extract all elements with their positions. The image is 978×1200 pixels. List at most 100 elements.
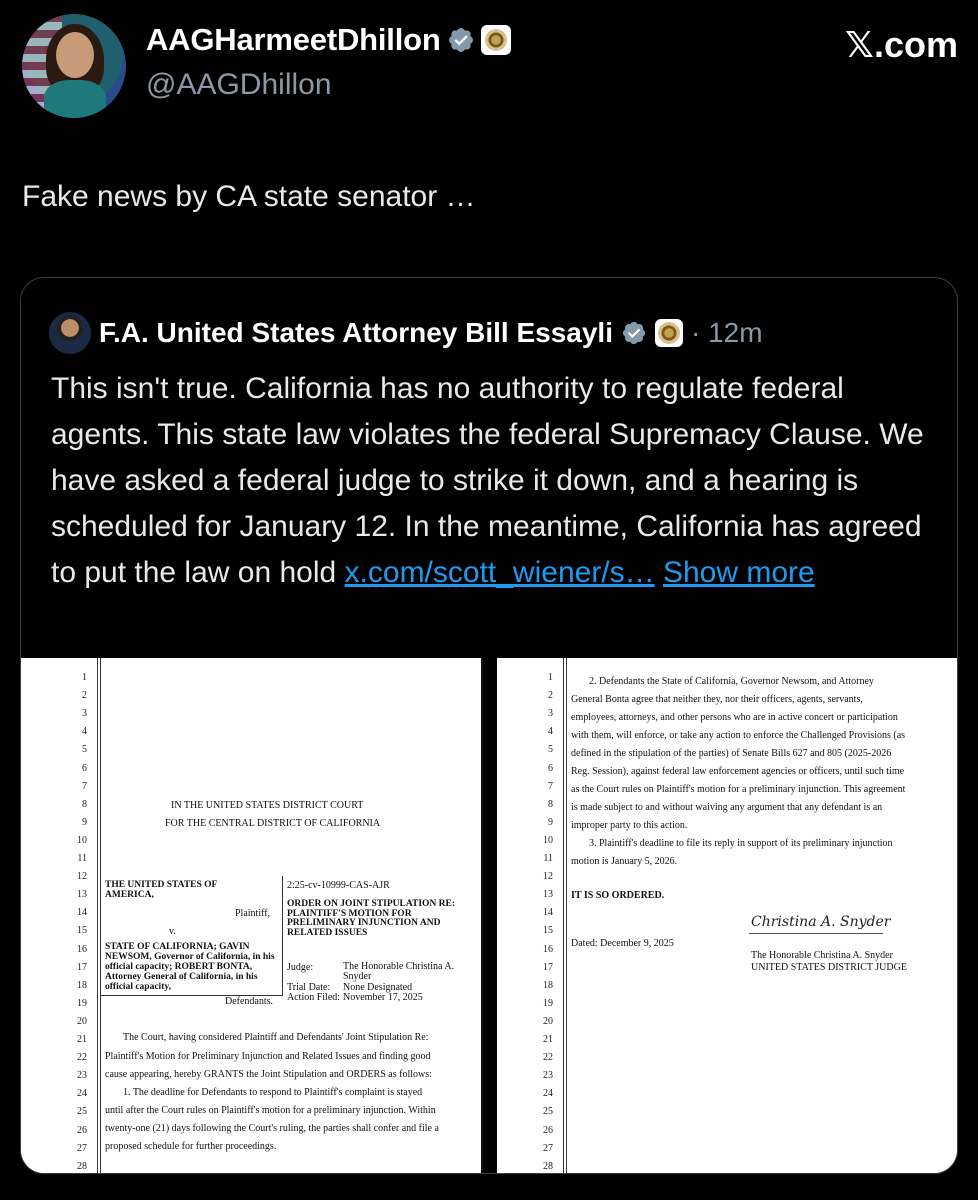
quoted-tweet[interactable]: F.A. United States Attorney Bill Essayli… (20, 277, 958, 1174)
case-number: 2:25-cv-10999-CAS-AJR (287, 880, 390, 891)
versus: v. (169, 926, 176, 937)
line-number: 16 (77, 943, 87, 955)
body-line-25: until after the Court rules on Plaintiff… (105, 1105, 436, 1116)
line-number: 2 (548, 690, 553, 702)
user-handle[interactable]: @AAGDhillon (146, 68, 332, 102)
verified-badge-icon[interactable] (621, 320, 647, 346)
plaintiff-role: Plaintiff, (235, 908, 271, 919)
name-row: AAGHarmeetDhillon (146, 22, 511, 58)
government-seal-icon (480, 25, 511, 55)
line-number: 1 (82, 672, 87, 683)
body-line-24: 1. The deadline for Defendants to respon… (123, 1087, 423, 1098)
order-line-1: 2. Defendants the State of California, G… (589, 676, 874, 687)
order-line-9: improper party to this action. (571, 820, 688, 831)
line-number: 1 (548, 672, 553, 683)
line-number: 21 (543, 1034, 553, 1045)
quote-avatar[interactable] (49, 312, 91, 354)
body-line-22: Plaintiff's Motion for Preliminary Injun… (105, 1051, 431, 1062)
verified-badge-icon[interactable] (447, 26, 475, 54)
line-number: 25 (543, 1106, 553, 1118)
quote-timestamp[interactable]: · 12m (691, 317, 763, 349)
order-line-6: Reg. Session), against federal law enfor… (571, 766, 905, 777)
plaintiff-name: THE UNITED STATES OF AMERICA, (105, 880, 218, 900)
line-number: 23 (543, 1070, 553, 1082)
line-number: 10 (77, 834, 87, 846)
line-number: 2 (82, 690, 87, 702)
line-number: 17 (543, 961, 553, 973)
order-title: ORDER ON JOINT STIPULATION RE: PLAINTIFF… (287, 899, 456, 938)
signature-line (749, 933, 883, 934)
show-more-link[interactable]: Show more (663, 556, 815, 589)
seal-inner (484, 29, 507, 51)
defendants-name: STATE OF CALIFORNIA; GAVIN NEWSOM, Gover… (105, 942, 275, 992)
line-number: 3 (82, 708, 87, 720)
line-number: 11 (543, 853, 553, 864)
body-line-21: The Court, having considered Plaintiff a… (123, 1032, 429, 1043)
line-number: 22 (543, 1052, 553, 1064)
line-number: 28 (543, 1160, 553, 1172)
line-number: 10 (543, 834, 553, 846)
line-number: 8 (82, 798, 87, 810)
line-number: 9 (548, 816, 553, 828)
order-line-7: as the Court rules on Plaintiff's motion… (571, 784, 906, 795)
order-line-3: employees, attorneys, and other persons … (571, 712, 898, 723)
court-document-page-1[interactable]: 1 2 3 4 5 6 7 8 9 10 11 12 13 14 15 16 17 18 19 20 21 22 23 24 2… (21, 658, 483, 1173)
line-number: 20 (77, 1015, 87, 1027)
line-number: 21 (77, 1034, 87, 1045)
order-line-11: motion is January 5, 2026. (571, 856, 678, 867)
display-name[interactable]: AAGHarmeetDhillon (146, 22, 441, 58)
line-number: 26 (77, 1124, 87, 1136)
line-number: 27 (77, 1142, 87, 1154)
quote-header: F.A. United States Attorney Bill Essayli… (49, 312, 763, 354)
line-number: 13 (77, 889, 87, 901)
line-number: 5 (82, 744, 87, 756)
tweet-header: AAGHarmeetDhillon @AAGDhillon 𝕏.com (22, 14, 958, 124)
order-line-8: is made subject to and without waiving a… (571, 802, 883, 813)
judge-label: Judge: (287, 962, 314, 973)
tweet-text: Fake news by CA state senator … (22, 180, 476, 213)
line-number: 7 (548, 780, 553, 792)
line-number: 12 (543, 871, 553, 883)
line-number: 6 (548, 762, 553, 774)
line-number: 18 (77, 979, 87, 991)
line-number: 14 (543, 907, 553, 919)
line-number: 15 (543, 925, 553, 937)
line-number: 27 (543, 1142, 553, 1154)
line-number: 19 (543, 997, 553, 1009)
order-line-4: with them, will enforce, or take any act… (571, 730, 906, 741)
document-images[interactable]: 1 2 3 4 5 6 7 8 9 10 11 12 13 14 15 16 17 18 19 20 21 22 23 24 2… (21, 658, 957, 1173)
line-number: 5 (548, 744, 553, 756)
quote-text: This isn't true. California has no autho… (51, 366, 931, 596)
quote-link[interactable]: x.com/scott_wiener/s… (345, 556, 655, 589)
judge-name: The Honorable Christina A. Snyder (751, 950, 893, 961)
line-number: 26 (543, 1124, 553, 1136)
judge-signature: Christina A. Snyder (751, 914, 891, 930)
court-document-page-2[interactable]: 1 2 3 4 5 6 7 8 9 10 11 12 13 14 15 16 17 18 19 20 21 22 23 24 2… (497, 658, 957, 1173)
profile-avatar[interactable] (22, 14, 126, 118)
judge-title: UNITED STATES DISTRICT JUDGE (751, 962, 907, 973)
line-number: 8 (548, 798, 553, 810)
defendants-role: Defendants. (225, 996, 274, 1007)
order-line-10: 3. Plaintiff's deadline to file its repl… (589, 838, 893, 849)
margin-rule (97, 658, 98, 1173)
line-number: 17 (77, 961, 87, 973)
judge-value: The Honorable Christina A. Snyder (343, 961, 455, 982)
margin-rule (566, 658, 567, 1173)
line-number: 20 (543, 1015, 553, 1027)
line-number: 3 (548, 708, 553, 720)
government-seal-icon (654, 319, 683, 347)
body-line-27: proposed schedule for further proceeding… (105, 1141, 277, 1152)
margin-rule (563, 658, 564, 1173)
line-number: 23 (77, 1070, 87, 1082)
line-number: 19 (77, 997, 87, 1009)
quote-display-name[interactable]: F.A. United States Attorney Bill Essayli (99, 317, 613, 349)
page-divider (483, 658, 497, 1173)
order-line-5: defined in the stipulation of the partie… (571, 748, 892, 759)
avatar-face (56, 32, 94, 78)
line-number: 24 (543, 1088, 553, 1100)
dated-line: Dated: December 9, 2025 (571, 938, 674, 949)
line-number: 7 (82, 780, 87, 792)
line-number: 18 (543, 979, 553, 991)
body-line-26: twenty-one (21) days following the Court… (105, 1123, 439, 1134)
court-heading-2: FOR THE CENTRAL DISTRICT OF CALIFORNIA (165, 818, 381, 829)
